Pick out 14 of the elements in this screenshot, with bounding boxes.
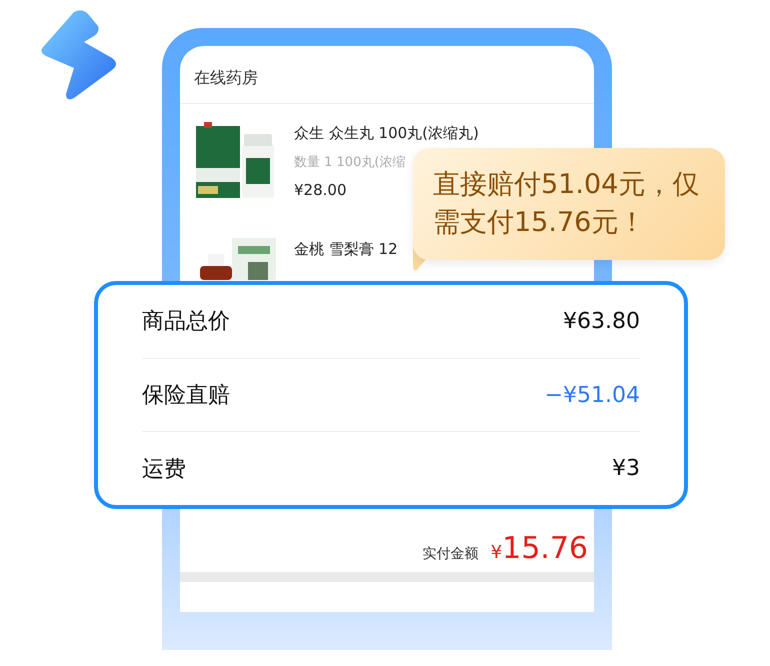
total-amount: ¥15.76 — [490, 531, 588, 566]
row-label: 商品总价 — [142, 308, 230, 336]
page-title: 在线药房 — [180, 46, 594, 104]
row-value: ¥3 — [612, 456, 640, 482]
product-spec: 数量 1 100丸(浓缩 — [294, 154, 406, 171]
product-name: 金桃 雪梨膏 12 — [294, 240, 398, 259]
row-label: 保险直赔 — [142, 382, 230, 410]
product-price: ¥28.00 — [294, 181, 346, 199]
row-value: ¥63.80 — [563, 308, 640, 334]
total-label: 实付金额 — [422, 545, 479, 563]
row-value: −¥51.04 — [544, 382, 640, 408]
row-label: 运费 — [142, 456, 186, 484]
callout-bubble: 直接赔付51.04元，仅需支付15.76元！ — [413, 148, 725, 260]
product-name: 众生 众生丸 100丸(浓缩丸) — [294, 124, 479, 143]
